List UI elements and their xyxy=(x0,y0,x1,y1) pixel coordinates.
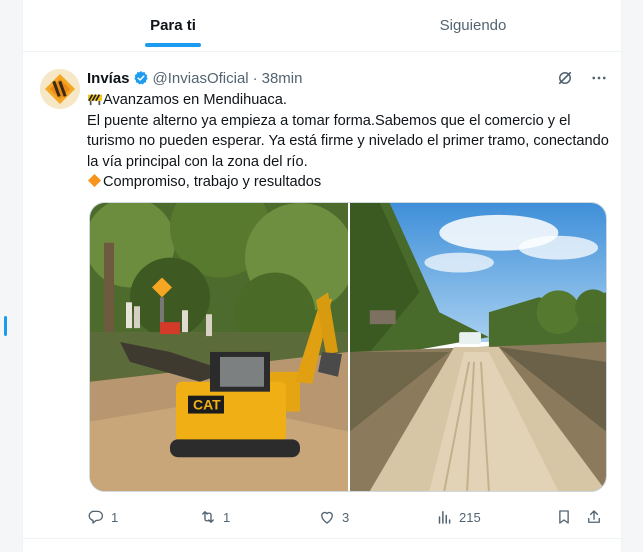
author-handle[interactable]: @InviasOficial xyxy=(153,70,249,87)
share-button[interactable] xyxy=(585,508,603,526)
tab-para-ti[interactable]: Para ti xyxy=(23,0,323,51)
tweet-divider xyxy=(23,538,623,539)
header-separator: · xyxy=(252,69,258,87)
dirt-road-photo-image xyxy=(350,203,606,491)
excavator-photo-image: CAT xyxy=(90,203,348,491)
invias-logo-icon xyxy=(40,69,80,109)
timeline-tabs: Para ti Siguiendo xyxy=(23,0,623,52)
tweet-header-actions xyxy=(555,68,609,88)
tweet-line-1: Avanzamos en Mendihuaca. xyxy=(87,90,617,111)
tab-para-ti-label: Para ti xyxy=(150,17,196,34)
excavator-photo[interactable]: CAT xyxy=(90,203,348,491)
retweet-button[interactable]: 1 xyxy=(199,508,230,526)
bookmark-button[interactable] xyxy=(555,508,573,526)
reply-button[interactable]: 1 xyxy=(87,508,118,526)
tweet-line-2: El puente alterno ya empieza a tomar for… xyxy=(87,112,609,170)
author-name[interactable]: Invías xyxy=(87,70,130,87)
cat-badge-text: CAT xyxy=(193,397,221,413)
tweet-actions: 1 1 3 215 xyxy=(87,506,617,528)
verified-badge-icon xyxy=(133,70,149,86)
orange-diamond-icon xyxy=(87,173,102,188)
view-count: 215 xyxy=(459,509,481,525)
more-options-icon[interactable] xyxy=(589,68,609,88)
tweet-text: Avanzamos en Mendihuaca. El puente alter… xyxy=(87,90,617,193)
tweet-line-3-text: Compromiso, trabajo y resultados xyxy=(103,174,322,191)
views-button[interactable]: 215 xyxy=(435,508,481,526)
avatar[interactable] xyxy=(40,69,80,109)
reply-icon xyxy=(88,510,104,524)
bookmark-icon xyxy=(559,510,569,524)
tweet-timestamp[interactable]: 38min xyxy=(262,70,303,87)
like-button[interactable]: 3 xyxy=(318,508,349,526)
tab-siguiendo[interactable]: Siguiendo xyxy=(323,0,623,51)
construction-icon xyxy=(87,92,102,106)
retweet-count: 1 xyxy=(223,509,231,525)
grok-icon[interactable] xyxy=(555,68,575,88)
tweet[interactable]: Invías @InviasOficial · 38min Avanzamos … xyxy=(23,60,623,538)
heart-icon xyxy=(321,511,333,524)
share-icon xyxy=(588,510,600,523)
retweet-icon xyxy=(202,511,214,523)
timeline-column: Para ti Siguiendo Invías @InviasOficial … xyxy=(22,0,623,552)
dirt-road-photo[interactable] xyxy=(348,203,606,491)
tweet-header: Invías @InviasOficial · 38min xyxy=(87,68,609,88)
tweet-line-1-text: Avanzamos en Mendihuaca. xyxy=(103,92,287,108)
reply-count: 1 xyxy=(111,509,119,525)
active-tab-indicator xyxy=(145,43,201,47)
tweet-line-3: Compromiso, trabajo y resultados xyxy=(87,172,617,193)
tab-siguiendo-label: Siguiendo xyxy=(439,17,507,34)
left-edge-indicator xyxy=(4,316,7,336)
tweet-media[interactable]: CAT xyxy=(89,202,607,492)
views-chart-icon xyxy=(438,511,451,524)
like-count: 3 xyxy=(342,509,350,525)
